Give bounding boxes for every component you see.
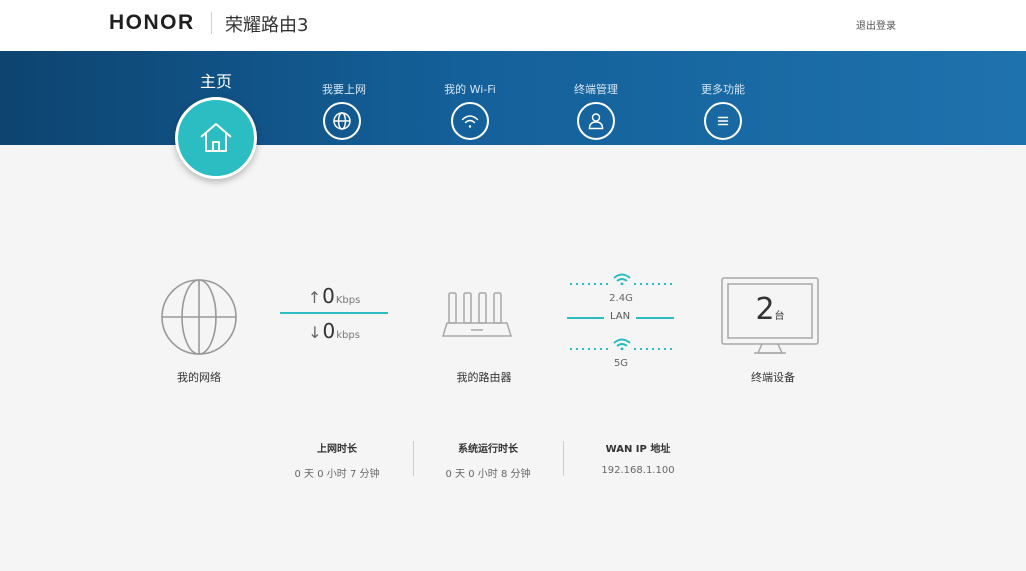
- band-5g-label: 5G: [613, 358, 629, 369]
- wan-ip-title: WAN IP 地址: [605, 444, 671, 455]
- online-duration-value: 0 天 0 小时 7 分钟: [294, 469, 380, 480]
- lan-line-left: [567, 317, 604, 319]
- arrow-up-icon: ↑: [307, 288, 322, 307]
- logout-link[interactable]: 退出登录: [856, 17, 896, 32]
- arrow-down-icon: ↓: [308, 323, 322, 342]
- wifi-5g-link: [570, 338, 674, 350]
- nav-internet[interactable]: 我要上网: [304, 51, 384, 145]
- devices-count-display: 2台: [728, 292, 812, 327]
- speed-panel: ↑ 0 Kbps ↓ 0 kbps: [280, 284, 388, 343]
- wan-ip-value: 192.168.1.100: [601, 465, 675, 476]
- network-globe-icon: [161, 279, 237, 355]
- nav-wifi[interactable]: 我的 Wi-Fi: [430, 51, 510, 145]
- upload-value: 0: [322, 284, 335, 308]
- wifi-24-link: [570, 273, 674, 285]
- lan-line-right: [636, 317, 674, 319]
- home-icon: [200, 123, 232, 152]
- globe-icon[interactable]: [323, 102, 361, 140]
- wan-ip: WAN IP 地址 192.168.1.100: [563, 440, 713, 476]
- online-duration-title: 上网时长: [317, 444, 357, 455]
- router-icon: [441, 292, 513, 337]
- top-header: HONOR 荣耀路由3 退出登录: [0, 0, 1026, 51]
- uptime: 系统运行时长 0 天 0 小时 8 分钟: [413, 440, 563, 480]
- band-24-label: 2.4G: [609, 293, 633, 304]
- nav-more-label: 更多功能: [701, 83, 745, 96]
- wifi-icon[interactable]: [451, 102, 489, 140]
- brand-divider: [211, 12, 212, 34]
- speed-divider: [280, 312, 388, 314]
- uptime-value: 0 天 0 小时 8 分钟: [445, 469, 531, 480]
- download-speed: ↓ 0 kbps: [280, 319, 388, 343]
- download-unit: kbps: [336, 330, 360, 341]
- devices-unit: 台: [774, 311, 785, 322]
- brand-logo: HONOR: [109, 11, 195, 34]
- user-icon[interactable]: [577, 102, 615, 140]
- network-label: 我的网络: [177, 371, 221, 384]
- product-name: 荣耀路由3: [225, 15, 309, 36]
- nav-home-label: 主页: [199, 72, 232, 91]
- uptime-title: 系统运行时长: [458, 444, 518, 455]
- router-label: 我的路由器: [456, 371, 512, 384]
- upload-unit: Kbps: [335, 295, 361, 306]
- nav-wifi-label: 我的 Wi-Fi: [444, 83, 496, 96]
- upload-speed: ↑ 0 Kbps: [280, 284, 388, 308]
- nav-home[interactable]: [175, 97, 257, 179]
- nav-internet-label: 我要上网: [322, 83, 366, 96]
- menu-icon[interactable]: [704, 102, 742, 140]
- devices-label[interactable]: 终端设备: [728, 369, 818, 385]
- nav-more[interactable]: 更多功能: [683, 51, 763, 145]
- devices-count: 2: [755, 292, 775, 327]
- main-nav: 我要上网 我的 Wi-Fi 终端管理 更多功能: [0, 51, 1026, 145]
- nav-devices[interactable]: 终端管理: [556, 51, 636, 145]
- download-value: 0: [322, 319, 336, 343]
- online-duration: 上网时长 0 天 0 小时 7 分钟: [262, 440, 412, 480]
- nav-devices-label: 终端管理: [574, 83, 618, 96]
- lan-label: LAN: [609, 311, 631, 322]
